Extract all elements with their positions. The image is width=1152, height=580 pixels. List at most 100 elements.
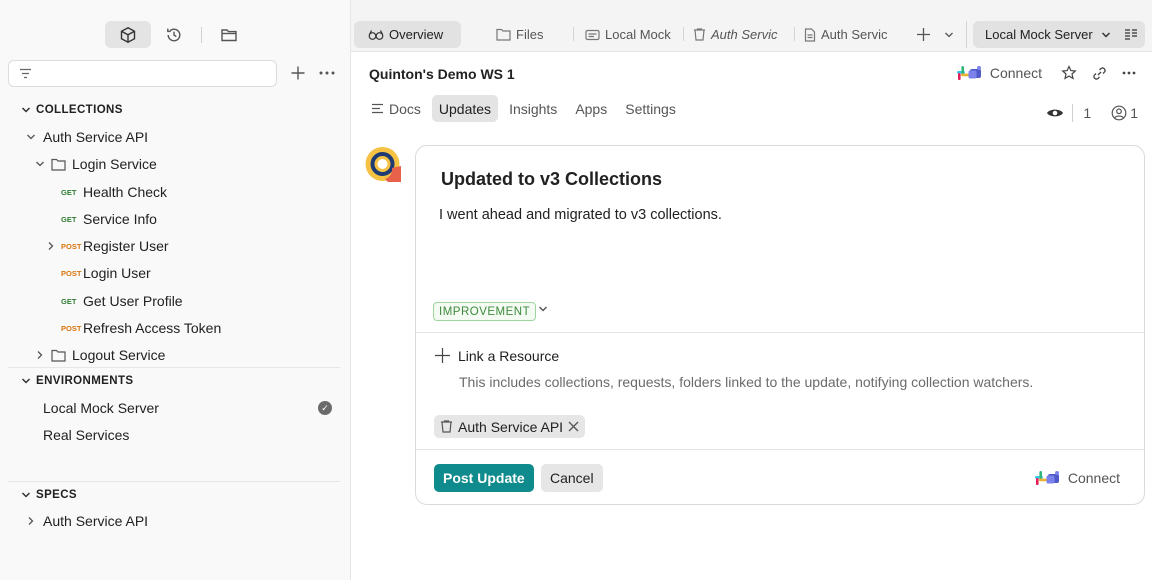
link-resource-label: Link a Resource bbox=[458, 347, 560, 364]
tab-bar: Overview Files Local Mock Auth Servic Au… bbox=[351, 0, 1152, 52]
new-tab-button[interactable] bbox=[912, 21, 934, 48]
plus-icon bbox=[916, 28, 930, 41]
folder-icon bbox=[221, 28, 237, 41]
request-item[interactable]: GET Health Check bbox=[0, 179, 350, 205]
environments-section-label: ENVIRONMENTS bbox=[36, 375, 134, 387]
request-item[interactable]: POST Refresh Access Token bbox=[0, 315, 350, 341]
workspace-actions: Connect bbox=[956, 62, 1140, 84]
tab-local-mock[interactable]: Local Mock bbox=[585, 21, 673, 48]
request-item[interactable]: POST Register User bbox=[0, 233, 350, 259]
request-name: Login User bbox=[83, 265, 151, 281]
eye-icon bbox=[1047, 109, 1064, 117]
docs-lines-icon bbox=[372, 103, 383, 114]
tab-overview[interactable]: Overview bbox=[354, 21, 461, 48]
sidebar-filter-box[interactable] bbox=[8, 60, 277, 87]
workspace-title: Quinton's Demo WS 1 bbox=[369, 66, 515, 82]
filter-icon bbox=[20, 68, 31, 79]
tab-label: Overview bbox=[389, 27, 444, 42]
tab-updates[interactable]: Updates bbox=[431, 95, 499, 122]
copy-link-button[interactable] bbox=[1088, 62, 1110, 84]
environments-section-header[interactable]: ENVIRONMENTS bbox=[0, 368, 350, 394]
environment-item[interactable]: Real Services bbox=[0, 422, 350, 448]
connect-slack-button[interactable]: Connect bbox=[956, 65, 1042, 81]
document-icon bbox=[804, 27, 816, 42]
active-check-icon: ✓ bbox=[318, 401, 332, 415]
tab-label: Insights bbox=[509, 100, 558, 117]
tab-label: Auth Servic bbox=[821, 27, 888, 42]
request-item[interactable]: GET Get User Profile bbox=[0, 288, 350, 314]
spec-name: Auth Service API bbox=[43, 513, 149, 529]
spec-item[interactable]: Auth Service API bbox=[0, 508, 350, 534]
sidebar-more-button[interactable] bbox=[316, 62, 338, 84]
connect-label: Connect bbox=[989, 65, 1042, 81]
request-name: Register User bbox=[83, 238, 169, 254]
chevron-right-icon bbox=[33, 350, 47, 360]
slack-teams-logo-icon bbox=[956, 66, 981, 80]
folder-icon bbox=[51, 349, 66, 362]
user-avatar bbox=[365, 147, 401, 182]
update-body[interactable]: I went ahead and migrated to v3 collecti… bbox=[439, 207, 722, 223]
linked-resource-chip: Auth Service API bbox=[434, 415, 586, 438]
environment-selector[interactable]: Local Mock Server bbox=[973, 21, 1145, 48]
chevron-down-icon bbox=[19, 105, 33, 115]
tab-label: Apps bbox=[575, 100, 608, 117]
tab-apps[interactable]: Apps bbox=[568, 95, 614, 122]
environment-quick-look-icon bbox=[1124, 29, 1137, 40]
method-badge: POST bbox=[61, 323, 82, 333]
history-view-button[interactable] bbox=[151, 21, 197, 48]
workspace-subtabs: Docs Updates Insights Apps Settings bbox=[364, 95, 687, 122]
request-item[interactable]: POST Login User bbox=[0, 260, 350, 286]
chevron-down-icon bbox=[1101, 31, 1110, 38]
folder-item-login[interactable]: Login Service bbox=[0, 151, 350, 177]
tab-auth-service-spec[interactable]: Auth Servic bbox=[804, 21, 897, 48]
link-resource-hint: This includes collections, requests, fol… bbox=[459, 374, 1034, 390]
cancel-button[interactable]: Cancel bbox=[541, 464, 603, 492]
collections-section-label: COLLECTIONS bbox=[36, 104, 123, 116]
chevron-right-icon bbox=[44, 241, 58, 251]
sidebar: COLLECTIONS Auth Service API Login Servi… bbox=[0, 0, 351, 580]
tab-label: Settings bbox=[625, 100, 676, 117]
remove-resource-button[interactable] bbox=[568, 419, 579, 435]
chevron-down-icon bbox=[19, 376, 33, 386]
slack-teams-logo-icon bbox=[1034, 471, 1059, 485]
chevron-down-icon bbox=[19, 490, 33, 500]
watch-divider bbox=[1072, 104, 1074, 122]
folder-name: Logout Service bbox=[72, 347, 166, 363]
tab-divider bbox=[966, 21, 967, 48]
close-icon bbox=[568, 421, 579, 431]
sidebar-tab-divider bbox=[201, 26, 202, 43]
sidebar-filter-input[interactable] bbox=[38, 66, 258, 81]
environment-item[interactable]: Local Mock Server ✓ bbox=[0, 395, 350, 421]
collection-item[interactable]: Auth Service API bbox=[0, 124, 350, 150]
method-badge: GET bbox=[61, 187, 77, 197]
update-title[interactable]: Updated to v3 Collections bbox=[441, 169, 662, 190]
specs-section-header[interactable]: SPECS bbox=[0, 482, 350, 508]
post-update-button[interactable]: Post Update bbox=[434, 464, 534, 492]
update-type-tag[interactable]: IMPROVEMENT bbox=[433, 302, 537, 321]
workspace-more-button[interactable] bbox=[1118, 62, 1140, 84]
history-icon bbox=[167, 28, 181, 41]
environment-name: Real Services bbox=[43, 427, 130, 443]
new-item-button[interactable] bbox=[287, 62, 309, 84]
star-button[interactable] bbox=[1058, 62, 1080, 84]
tab-insights[interactable]: Insights bbox=[502, 95, 564, 122]
update-type-dropdown[interactable] bbox=[538, 304, 548, 317]
members-button[interactable]: 1 bbox=[1111, 105, 1138, 121]
collections-section-header[interactable]: COLLECTIONS bbox=[0, 97, 350, 123]
tabs-dropdown-button[interactable] bbox=[939, 21, 959, 48]
tab-docs[interactable]: Docs bbox=[364, 95, 428, 122]
tab-auth-service-collection[interactable]: Auth Servic bbox=[693, 21, 786, 48]
method-badge: GET bbox=[61, 296, 77, 306]
watchers-button[interactable]: 1 bbox=[1046, 104, 1091, 122]
tab-files[interactable]: Files bbox=[496, 21, 576, 48]
collections-view-button[interactable] bbox=[105, 21, 151, 48]
link-resource-button[interactable]: Link a Resource bbox=[434, 347, 559, 364]
tab-settings[interactable]: Settings bbox=[618, 95, 683, 122]
more-horizontal-icon bbox=[319, 71, 335, 75]
tab-divider bbox=[573, 27, 574, 41]
files-view-button[interactable] bbox=[206, 21, 252, 48]
folder-item-logout[interactable]: Logout Service bbox=[0, 342, 350, 368]
card-connect-button[interactable]: Connect bbox=[1034, 470, 1120, 486]
request-item[interactable]: GET Service Info bbox=[0, 206, 350, 232]
method-badge: GET bbox=[61, 214, 77, 224]
